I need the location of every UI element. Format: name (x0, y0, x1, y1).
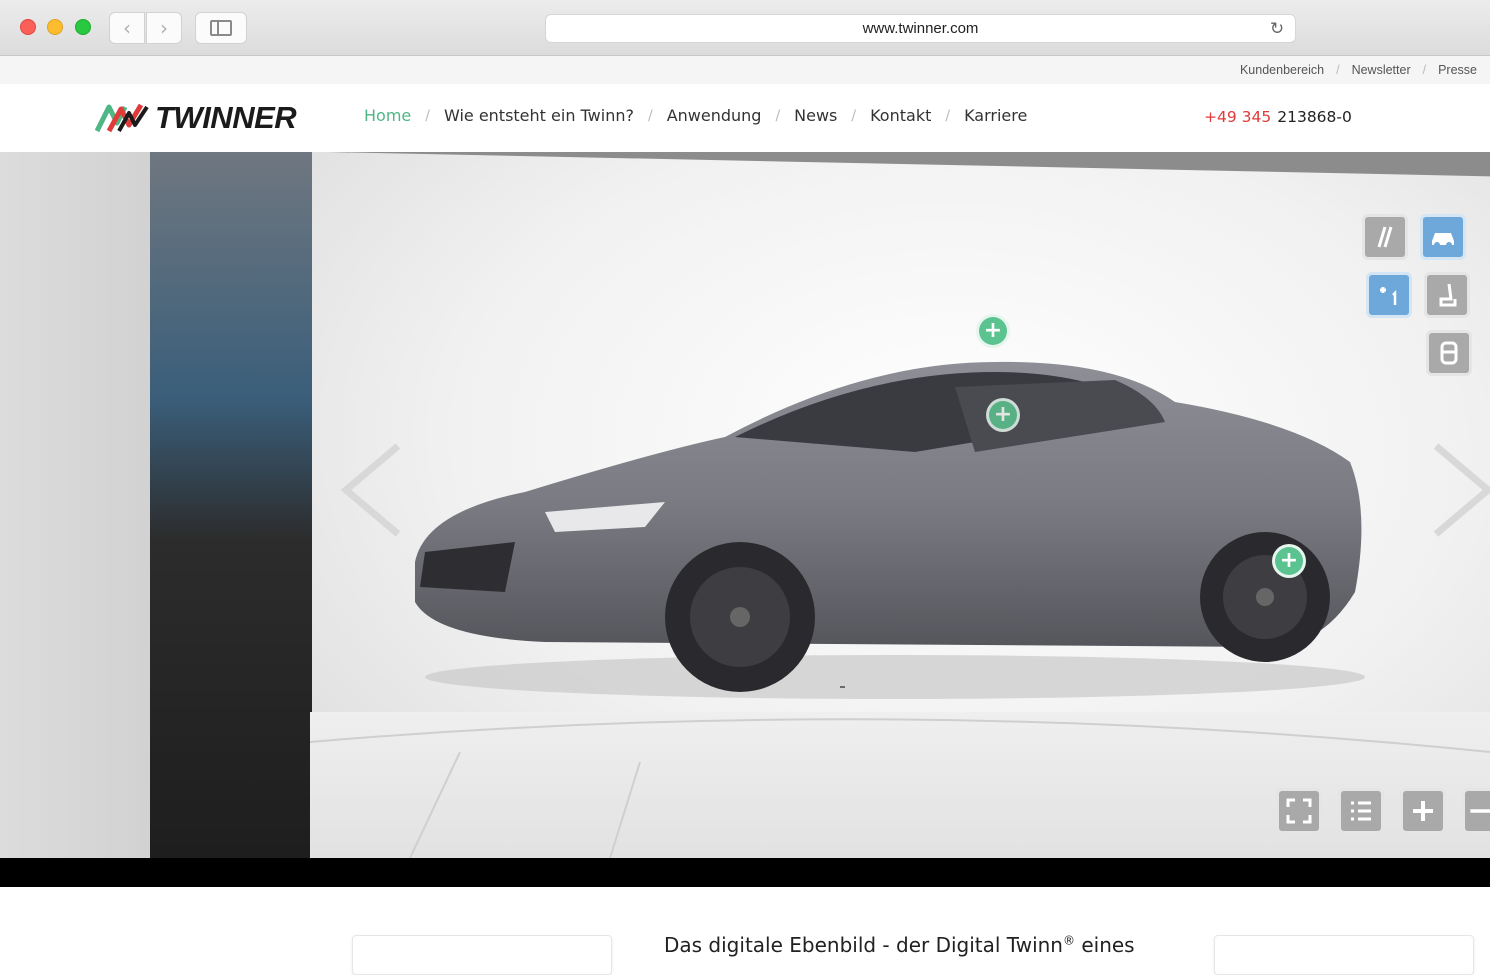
address-bar[interactable]: www.twinner.com ↻ (545, 14, 1296, 43)
chevron-left-icon: ‹ (123, 16, 131, 40)
registered-mark: ® (1062, 933, 1075, 948)
turntable-lines (309, 718, 1490, 858)
feature-card (1214, 935, 1474, 975)
seat-view-icon[interactable] (1424, 272, 1470, 318)
nav-item-wie-entsteht-ein-twinn[interactable]: Wie entsteht ein Twinn? (444, 106, 634, 125)
plus-hotspot-icon[interactable]: + (976, 314, 1010, 348)
twinner-logo[interactable]: TWINNER (95, 100, 297, 136)
nav-separator: / (647, 107, 653, 124)
utility-link-kundenbereich[interactable]: Kundenbereich (1240, 63, 1324, 77)
browser-toolbar: ‹ › www.twinner.com ↻ (0, 0, 1490, 56)
video-bottom-bar (0, 858, 1490, 887)
back-button[interactable]: ‹ (109, 12, 145, 44)
chevron-left-icon[interactable] (340, 442, 400, 538)
utility-separator: / (1336, 63, 1340, 77)
nav-separator: / (945, 107, 951, 124)
reload-icon[interactable]: ↻ (1267, 19, 1287, 39)
url-text: www.twinner.com (862, 20, 979, 37)
maximize-window-button[interactable] (75, 19, 91, 35)
nav-item-kontakt[interactable]: Kontakt (870, 106, 931, 125)
nav-separator: / (425, 107, 430, 124)
logo-wordmark: TWINNER (155, 100, 297, 135)
plus-hotspot-icon[interactable]: + (1272, 544, 1306, 578)
nav-item-karriere[interactable]: Karriere (964, 106, 1027, 125)
main-navigation: Home / Wie entsteht ein Twinn? / Anwendu… (364, 106, 1027, 125)
phone-number[interactable]: +49 345 213868-0 (1204, 108, 1352, 126)
close-window-button[interactable] (20, 19, 36, 35)
car-view-icon[interactable] (1420, 214, 1466, 260)
phone-prefix: +49 345 (1204, 108, 1272, 126)
utility-link-presse[interactable]: Presse (1438, 63, 1477, 77)
nav-item-home[interactable]: Home (364, 106, 411, 125)
fullscreen-icon[interactable] (1276, 788, 1322, 834)
twinner-logo-mark (95, 103, 149, 133)
chevron-right-icon: › (160, 16, 168, 40)
hotspot-toggle-icon[interactable] (1366, 272, 1412, 318)
utility-link-newsletter[interactable]: Newsletter (1352, 63, 1411, 77)
car-image (415, 361, 1365, 699)
forward-button[interactable]: › (146, 12, 182, 44)
utility-separator: / (1422, 63, 1427, 77)
nav-item-news[interactable]: News (794, 106, 837, 125)
intro-heading-text-end: eines (1074, 933, 1135, 957)
feature-card (352, 935, 612, 975)
chevron-right-icon[interactable] (1432, 442, 1490, 538)
zoom-in-icon[interactable] (1400, 788, 1446, 834)
zoom-out-icon[interactable] (1462, 788, 1490, 834)
interior-view-icon[interactable] (1426, 330, 1472, 376)
intro-section: Das digitale Ebenbild - der Digital Twin… (0, 887, 1490, 975)
intro-heading-text: Das digitale Ebenbild - der Digital Twin… (664, 933, 1063, 957)
exterior-view-icon[interactable] (1362, 214, 1408, 260)
nav-separator: / (775, 107, 781, 124)
turntable-platform (309, 712, 1490, 858)
hero-video[interactable]: + + + (0, 152, 1490, 858)
nav-separator: / (851, 107, 857, 124)
plus-hotspot-icon[interactable]: + (986, 398, 1020, 432)
site-header: TWINNER Home / Wie entsteht ein Twinn? /… (0, 84, 1490, 152)
phone-main: 213868-0 (1277, 108, 1352, 126)
utility-links: Kundenbereich / Newsletter / Presse (0, 56, 1490, 84)
nav-item-anwendung[interactable]: Anwendung (667, 106, 762, 125)
sidebar-icon (210, 20, 232, 36)
intro-heading: Das digitale Ebenbild - der Digital Twin… (664, 933, 1135, 957)
minimize-window-button[interactable] (47, 19, 63, 35)
list-icon[interactable] (1338, 788, 1384, 834)
sidebar-toggle-button[interactable] (195, 12, 247, 44)
